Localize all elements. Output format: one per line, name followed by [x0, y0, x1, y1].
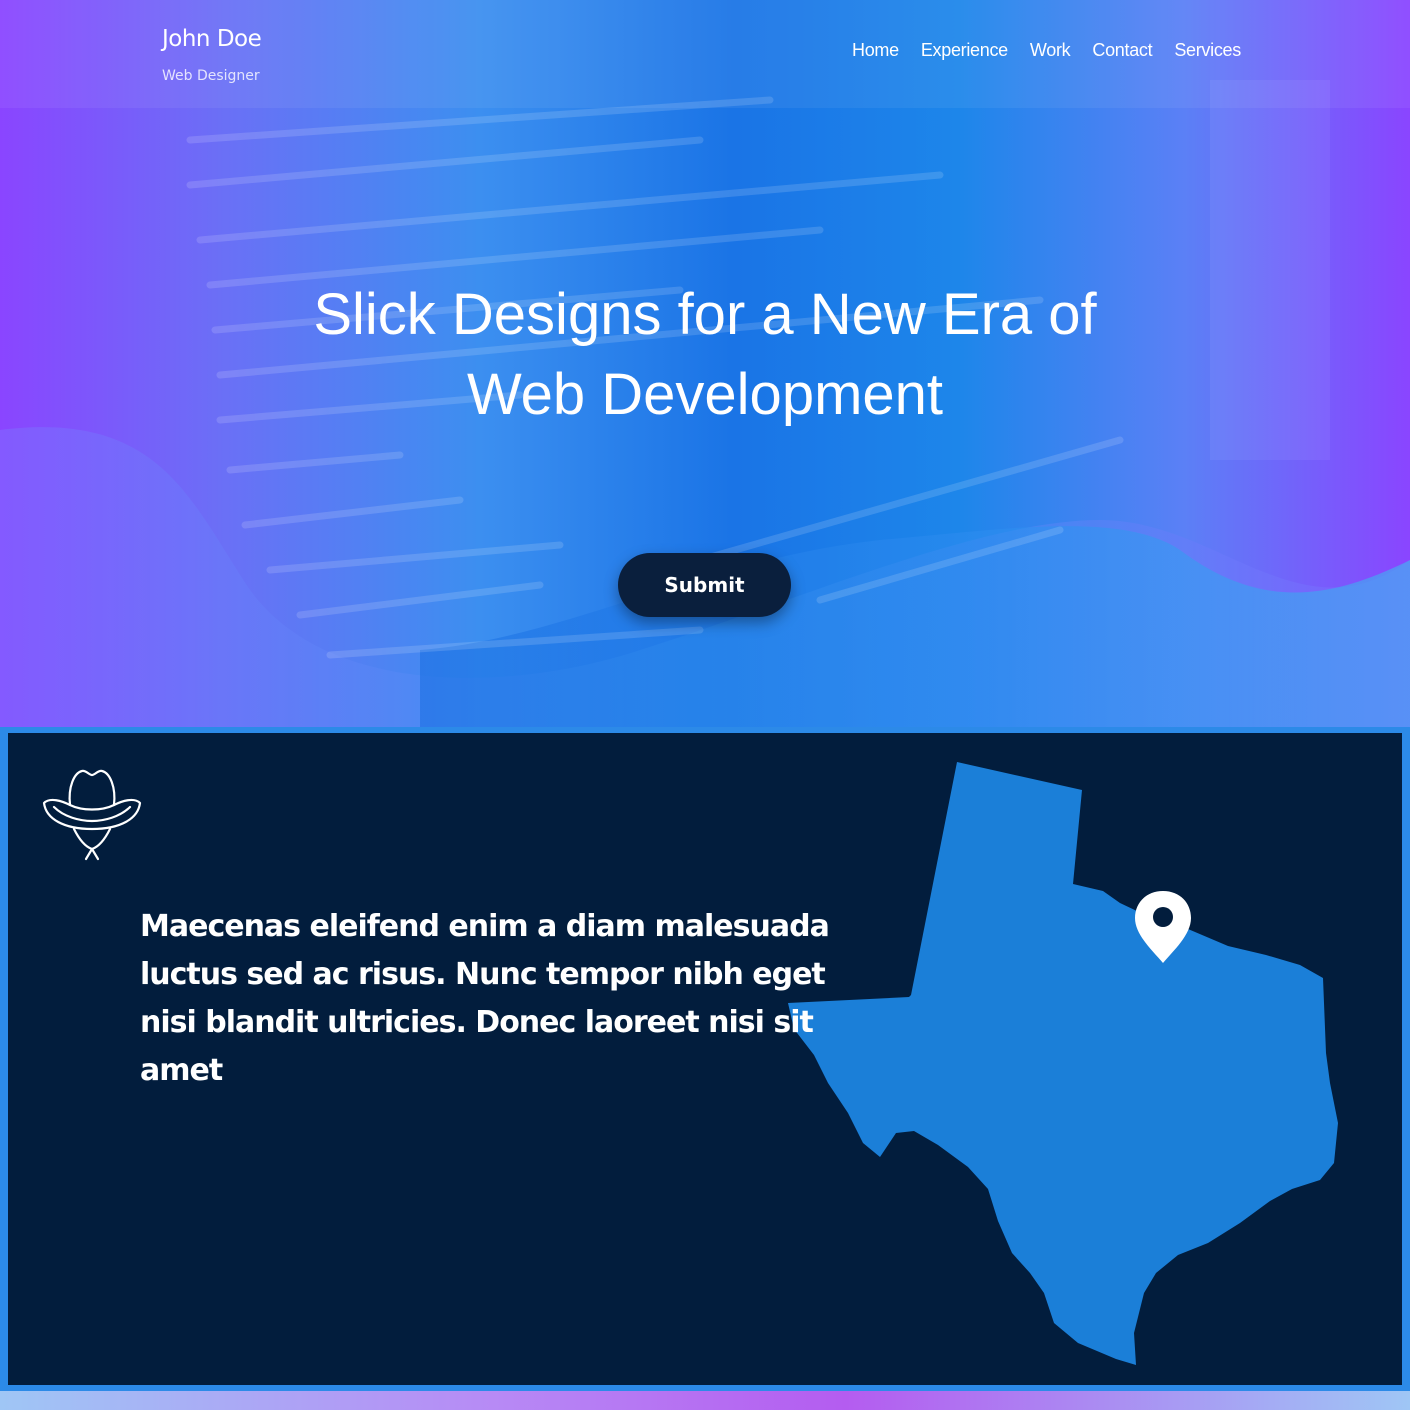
submit-button[interactable]: Submit — [618, 553, 791, 617]
texas-section: Maecenas eleifend enim a diam malesuada … — [0, 727, 1410, 1391]
hero-title-line1: Slick Designs for a New Era of — [313, 281, 1097, 347]
hero-title: Slick Designs for a New Era of Web Devel… — [230, 275, 1180, 435]
nav-contact[interactable]: Contact — [1092, 40, 1152, 61]
hero-title-line2: Web Development — [466, 361, 944, 427]
brand-subtitle: Web Designer — [162, 68, 260, 84]
texas-paragraph: Maecenas eleifend enim a diam malesuada … — [140, 909, 830, 1088]
nav-work[interactable]: Work — [1030, 40, 1071, 61]
main-nav: Home Experience Work Contact Services — [852, 40, 1241, 61]
nav-experience[interactable]: Experience — [921, 40, 1008, 61]
bottom-strip — [0, 1391, 1410, 1410]
hero-section: John Doe Web Designer Home Experience Wo… — [0, 0, 1410, 727]
nav-home[interactable]: Home — [852, 40, 899, 61]
nav-services[interactable]: Services — [1174, 40, 1241, 61]
site-header: John Doe Web Designer Home Experience Wo… — [0, 0, 1410, 108]
brand-name[interactable]: John Doe — [162, 26, 262, 52]
texas-panel: Maecenas eleifend enim a diam malesuada … — [8, 733, 1402, 1385]
